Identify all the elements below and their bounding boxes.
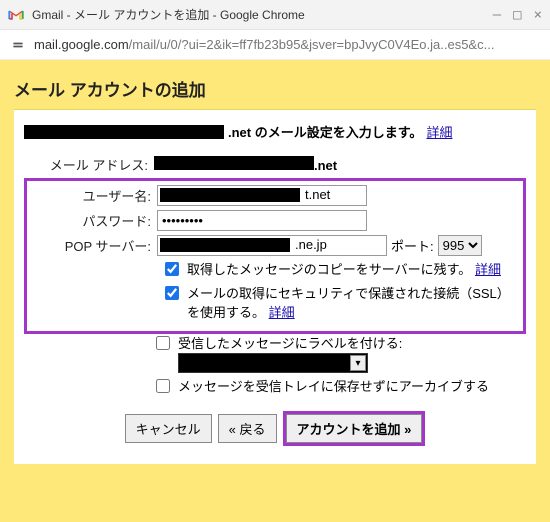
apply-label-text: 受信したメッセージにラベルを付ける: xyxy=(178,336,402,351)
close-button[interactable]: × xyxy=(534,8,542,22)
row-pop-server: POP サーバー: .ne.jp ポート: 995 xyxy=(33,235,517,256)
minimize-button[interactable]: — xyxy=(493,8,501,22)
redacted-email xyxy=(24,125,224,139)
cancel-button[interactable]: キャンセル xyxy=(125,414,212,443)
back-button[interactable]: « 戻る xyxy=(218,414,277,443)
intro-text: .net のメール設定を入力します。 xyxy=(228,122,422,141)
site-settings-icon[interactable] xyxy=(10,37,26,53)
redacted-username xyxy=(160,188,300,202)
ssl-link[interactable]: 詳細 xyxy=(269,305,295,320)
gmail-logo-icon xyxy=(8,7,24,23)
add-button-highlight: アカウントを追加 » xyxy=(283,411,426,446)
label-port: ポート: xyxy=(391,236,434,255)
row-archive: メッセージを受信トレイに保存せずにアーカイブする xyxy=(24,377,526,397)
row-leave-copy: 取得したメッセージのコピーをサーバーに残す。 詳細 xyxy=(33,260,517,280)
url-text[interactable]: mail.google.com/mail/u/0/?ui=2&ik=ff7fb2… xyxy=(34,37,540,52)
window-titlebar: Gmail - メール アカウントを追加 - Google Chrome — □… xyxy=(0,0,550,30)
row-password: パスワード: xyxy=(33,210,517,231)
archive-checkbox[interactable] xyxy=(156,379,170,393)
label-select[interactable] xyxy=(178,353,368,373)
redacted-email-value xyxy=(154,156,314,170)
highlighted-form-section: ユーザー名: t.net パスワード: POP サーバー: xyxy=(24,178,526,334)
leave-copy-label: 取得したメッセージのコピーをサーバーに残す。 xyxy=(187,262,471,277)
address-bar: mail.google.com/mail/u/0/?ui=2&ik=ff7fb2… xyxy=(0,30,550,60)
apply-label-checkbox[interactable] xyxy=(156,336,170,350)
username-suffix: t.net xyxy=(305,187,330,202)
ssl-label: メールの取得にセキュリティで保護された接続（SSL）を使用する。 xyxy=(187,286,510,321)
label-email: メール アドレス: xyxy=(24,155,154,174)
window-controls: — □ × xyxy=(493,8,542,22)
row-ssl: メールの取得にセキュリティで保護された接続（SSL）を使用する。 詳細 xyxy=(33,284,517,323)
ssl-checkbox[interactable] xyxy=(165,286,179,300)
value-email: .net xyxy=(154,156,337,173)
password-input[interactable] xyxy=(157,210,367,231)
intro-details-link[interactable]: 詳細 xyxy=(426,122,452,141)
url-path: /mail/u/0/?ui=2&ik=ff7fb23b95&jsver=bpJv… xyxy=(129,37,495,52)
redacted-pop xyxy=(160,238,290,252)
label-password: パスワード: xyxy=(33,211,157,230)
button-row: キャンセル « 戻る アカウントを追加 » xyxy=(24,411,526,446)
url-host: mail.google.com xyxy=(34,37,129,52)
port-select[interactable]: 995 xyxy=(438,235,482,256)
archive-label: メッセージを受信トレイに保存せずにアーカイブする xyxy=(178,379,489,394)
label-pop: POP サーバー: xyxy=(33,236,157,255)
maximize-button[interactable]: □ xyxy=(513,8,521,22)
page-heading: メール アカウントの追加 xyxy=(14,76,536,101)
intro-line: .net のメール設定を入力します。 詳細 xyxy=(24,122,526,141)
pop-suffix: .ne.jp xyxy=(295,237,327,252)
leave-copy-checkbox[interactable] xyxy=(165,262,179,276)
row-username: ユーザー名: t.net xyxy=(33,185,517,206)
row-apply-label: 受信したメッセージにラベルを付ける: ▾ xyxy=(24,334,526,374)
leave-copy-link[interactable]: 詳細 xyxy=(475,262,501,277)
label-username: ユーザー名: xyxy=(33,186,157,205)
row-email: メール アドレス: .net xyxy=(24,155,526,174)
window-title: Gmail - メール アカウントを追加 - Google Chrome xyxy=(32,6,493,23)
add-account-button[interactable]: アカウントを追加 » xyxy=(286,414,423,443)
